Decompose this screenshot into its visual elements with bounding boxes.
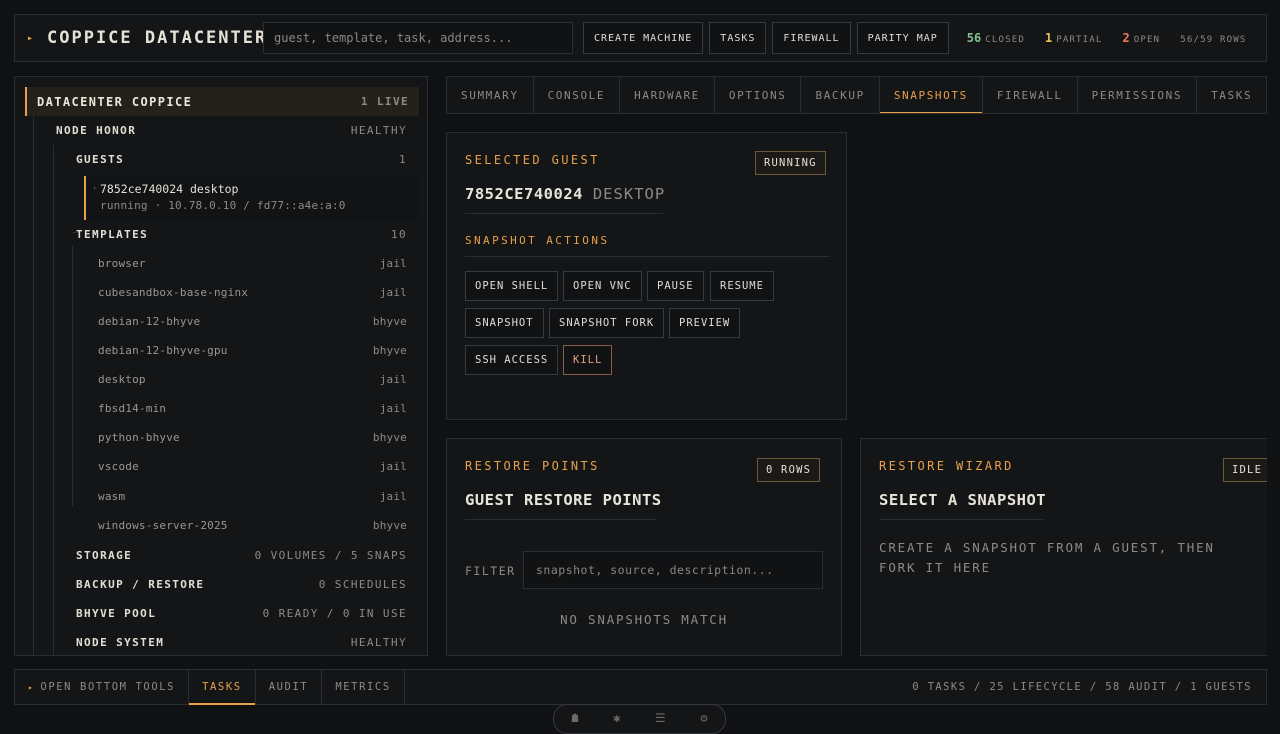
tree-datacenter[interactable]: DATACENTER COPPICE 1 LIVE — [25, 87, 419, 116]
template-item[interactable]: debian-12-bhyve-gpu bhyve — [98, 341, 407, 359]
resume-button[interactable]: RESUME — [710, 271, 774, 301]
rows-badge: 0 ROWS — [757, 458, 821, 482]
create-machine-button[interactable]: CREATE MACHINE — [583, 22, 704, 54]
preview-button[interactable]: PREVIEW — [669, 308, 741, 338]
template-item[interactable]: wasm jail — [98, 487, 407, 505]
tree-storage[interactable]: STORAGE 0 VOLUMES / 5 SNAPS — [65, 545, 407, 565]
menu-icon[interactable]: ☰ — [655, 711, 666, 725]
status-summary: 56 CLOSED 1 PARTIAL 2 OPEN 56/59 ROWS — [967, 31, 1247, 45]
empty-state: NO SNAPSHOTS MATCH — [560, 612, 728, 627]
caret-right-icon: ▸ — [28, 682, 35, 692]
template-item[interactable]: desktop jail — [98, 370, 407, 388]
wizard-heading: SELECT A SNAPSHOT — [879, 491, 1047, 509]
open-bottom-tools-toggle[interactable]: ▸ OPEN BOTTOM TOOLS — [15, 670, 190, 704]
panel-title: RESTORE POINTS — [465, 459, 600, 473]
snapshot-fork-button[interactable]: SNAPSHOT FORK — [549, 308, 665, 338]
template-item[interactable]: windows-server-2025 bhyve — [98, 516, 407, 534]
selected-guest-panel: SELECTED GUEST RUNNING 7852CE740024 DESK… — [446, 132, 847, 420]
bottom-summary: 0 TASKS / 25 LIFECYCLE / 58 AUDIT / 1 GU… — [912, 681, 1252, 693]
tab-hardware[interactable]: HARDWARE — [620, 77, 715, 113]
open-stat: 2 OPEN — [1122, 31, 1161, 45]
resource-tree: DATACENTER COPPICE 1 LIVE NODE HONOR HEA… — [14, 76, 428, 656]
template-item[interactable]: python-bhyve bhyve — [98, 428, 407, 446]
status-badge: RUNNING — [755, 151, 826, 175]
tree-node[interactable]: NODE HONOR HEALTHY — [45, 120, 407, 140]
idle-badge: IDLE — [1223, 458, 1267, 482]
tab-permissions[interactable]: PERMISSIONS — [1078, 77, 1198, 113]
collapse-caret-icon[interactable]: ▸ — [27, 33, 39, 44]
tree-guest-item[interactable]: · 7852ce740024 desktop running · 10.78.0… — [84, 176, 419, 220]
tab-firewall[interactable]: FIREWALL — [983, 77, 1078, 113]
tree-bhyve-pool[interactable]: BHYVE POOL 0 READY / 0 IN USE — [65, 603, 407, 623]
pause-button[interactable]: PAUSE — [647, 271, 704, 301]
bug-icon[interactable]: ✱ — [613, 711, 620, 725]
tree-node-system[interactable]: NODE SYSTEM HEALTHY — [65, 632, 407, 652]
tab-tasks[interactable]: TASKS — [1197, 77, 1266, 113]
app-title: COPPICE DATACENTER — [47, 28, 268, 48]
bottom-tab-tasks[interactable]: TASKS — [189, 670, 256, 705]
tab-backup[interactable]: BACKUP — [801, 77, 880, 113]
global-search-input[interactable] — [263, 22, 573, 54]
rows-count: 56/59 ROWS — [1180, 35, 1247, 45]
restore-filter-input[interactable] — [523, 551, 823, 589]
restore-points-panel: RESTORE POINTS 0 ROWS GUEST RESTORE POIN… — [446, 438, 842, 656]
restore-points-heading: GUEST RESTORE POINTS — [465, 491, 662, 509]
tab-console[interactable]: CONSOLE — [534, 77, 621, 113]
gear-icon[interactable]: ⚙ — [700, 711, 707, 725]
partial-stat: 1 PARTIAL — [1044, 31, 1103, 45]
tree-guests[interactable]: GUESTS 1 — [65, 149, 407, 169]
open-vnc-button[interactable]: OPEN VNC — [563, 271, 642, 301]
actions-title: SNAPSHOT ACTIONS — [465, 234, 610, 247]
bottom-tab-audit[interactable]: AUDIT — [256, 670, 323, 704]
tab-snapshots[interactable]: SNAPSHOTS — [879, 77, 983, 113]
template-item[interactable]: cubesandbox-base-nginx jail — [98, 283, 407, 301]
firewall-button[interactable]: FIREWALL — [772, 22, 851, 54]
filter-label: FILTER — [465, 564, 516, 578]
tab-summary[interactable]: SUMMARY — [447, 77, 534, 113]
guest-status: running · 10.78.0.10 / fd77::a4e:a:0 — [100, 199, 346, 212]
bottom-bar: ▸ OPEN BOTTOM TOOLS TASKS AUDIT METRICS 0… — [14, 669, 1267, 705]
wizard-hint: CREATE A SNAPSHOT FROM A GUEST, THEN FOR… — [879, 540, 1215, 575]
open-shell-button[interactable]: OPEN SHELL — [465, 271, 559, 301]
tasks-button[interactable]: TASKS — [709, 22, 767, 54]
template-item[interactable]: browser jail — [98, 254, 407, 272]
robot-icon[interactable]: ☗ — [571, 711, 578, 725]
guest-tabs: SUMMARY CONSOLE HARDWARE OPTIONS BACKUP … — [446, 76, 1267, 114]
ssh-access-button[interactable]: SSH ACCESS — [465, 345, 559, 375]
template-item[interactable]: debian-12-bhyve bhyve — [98, 312, 407, 330]
floating-dock: ☗ ✱ ☰ ⚙ — [553, 704, 726, 734]
template-item[interactable]: fbsd14-min jail — [98, 399, 407, 417]
parity-map-button[interactable]: PARITY MAP — [856, 22, 949, 54]
template-item[interactable]: vscode jail — [98, 457, 407, 475]
tree-backup-restore[interactable]: BACKUP / RESTORE 0 SCHEDULES — [65, 574, 407, 594]
guest-heading: 7852CE740024 DESKTOP — [465, 185, 666, 203]
guest-name: 7852ce740024 desktop — [100, 182, 239, 196]
bottom-tab-metrics[interactable]: METRICS — [322, 670, 405, 704]
closed-stat: 56 CLOSED — [966, 31, 1025, 45]
panel-title: SELECTED GUEST — [465, 153, 600, 167]
kill-button[interactable]: KILL — [563, 345, 613, 375]
tab-options[interactable]: OPTIONS — [715, 77, 802, 113]
tree-templates[interactable]: TEMPLATES 10 — [65, 224, 407, 244]
top-bar: ▸ COPPICE DATACENTER CREATE MACHINE TASK… — [14, 14, 1267, 62]
restore-wizard-panel: RESTORE WIZARD IDLE SELECT A SNAPSHOT CR… — [860, 438, 1267, 656]
panel-title: RESTORE WIZARD — [879, 459, 1014, 473]
snapshot-button[interactable]: SNAPSHOT — [465, 308, 544, 338]
